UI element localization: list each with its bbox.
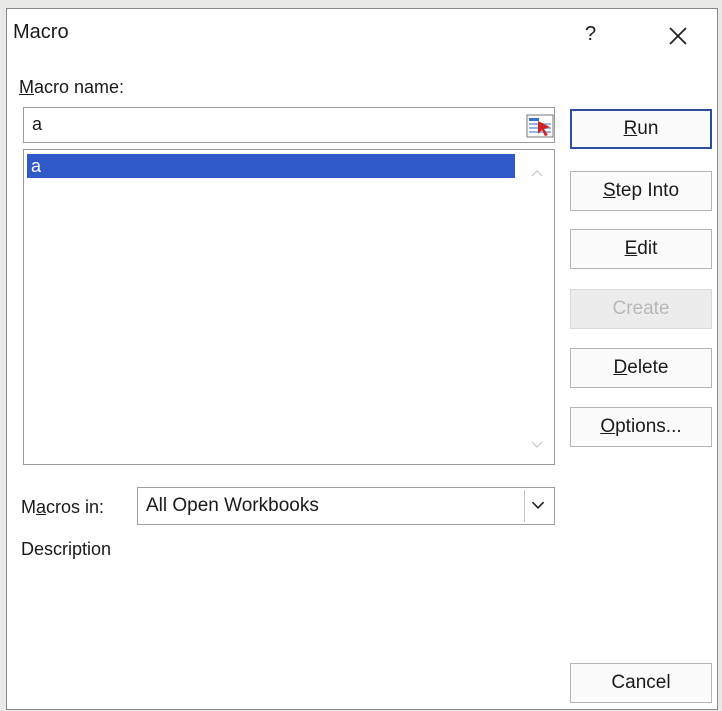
description-label: Description	[21, 539, 112, 559]
chevron-down-icon	[531, 501, 545, 509]
macros-in-label: Macros in:	[21, 497, 105, 517]
options-button[interactable]: Options...	[570, 407, 712, 447]
scroll-up-icon[interactable]	[530, 168, 544, 178]
macro-name-label: Macro name:	[19, 77, 125, 97]
cancel-button[interactable]: Cancel	[570, 663, 712, 703]
help-button[interactable]: ?	[585, 23, 596, 46]
dropdown-button[interactable]	[524, 490, 552, 522]
edit-button[interactable]: Edit	[570, 229, 712, 269]
macros-in-value: All Open Workbooks	[146, 495, 319, 516]
macro-list[interactable]: a	[23, 149, 555, 465]
macro-name-input[interactable]: a	[23, 107, 555, 143]
macro-name-value: a	[32, 114, 43, 134]
delete-button[interactable]: Delete	[570, 348, 712, 388]
close-icon[interactable]	[667, 25, 689, 47]
run-button[interactable]: Run	[570, 109, 712, 149]
macros-in-select[interactable]: All Open Workbooks	[137, 487, 555, 525]
dialog-title: Macro	[13, 21, 69, 43]
create-button: Create	[570, 289, 712, 329]
macro-dialog: Macro ? Macro name: a a Run Step Into Ed…	[6, 8, 718, 710]
scroll-down-icon[interactable]	[530, 440, 544, 450]
list-item[interactable]: a	[27, 154, 515, 178]
range-picker-icon[interactable]	[526, 113, 554, 139]
step-into-button[interactable]: Step Into	[570, 171, 712, 211]
